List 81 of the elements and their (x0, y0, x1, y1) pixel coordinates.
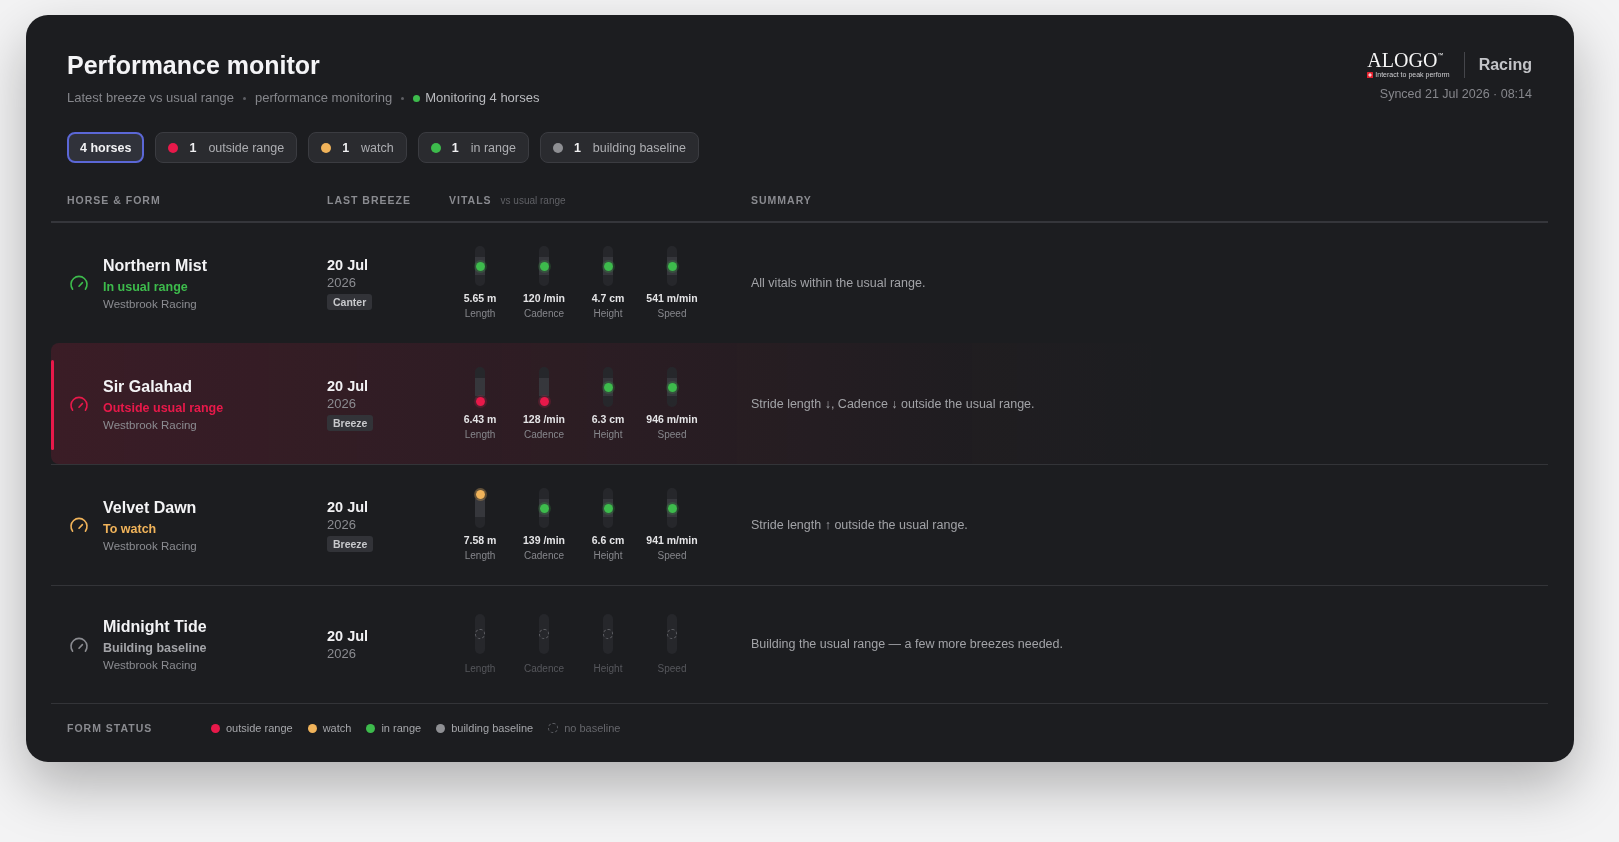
column-header: LAST BREEZE (327, 193, 411, 208)
gait-tag: Breeze (327, 536, 374, 552)
vital-value: 941 m/min (646, 534, 698, 547)
breeze-year: 2026 (327, 645, 356, 662)
breeze-date: 20 Jul (327, 377, 369, 395)
vital-value: 946 m/min (646, 413, 698, 426)
form-status: In usual range (103, 278, 189, 296)
vital-value: 139 /min (523, 534, 565, 547)
breeze-date: 20 Jul (327, 627, 369, 645)
owner-name: Westbrook Racing (103, 296, 198, 312)
vital-label: Cadence (524, 549, 564, 562)
vital-value: 7.58 m (463, 534, 497, 547)
summary-text: All vitals within the usual range. (751, 274, 927, 292)
vital-label: Speed (657, 549, 687, 562)
filter-chip[interactable]: 1 building baseline (539, 132, 699, 163)
status-dot-icon (413, 94, 421, 102)
vital-value: 128 /min (523, 413, 565, 426)
vital-value: 6.6 cm (591, 534, 625, 547)
vital-label: Height (593, 428, 623, 441)
horse-name: Midnight Tide (103, 617, 207, 637)
horse-name: Sir Galahad (103, 376, 193, 397)
vital-label: Cadence (524, 662, 564, 675)
monitoring-status: Monitoring 4 horses (425, 89, 540, 107)
vital-label: Height (593, 549, 623, 562)
column-header: HORSE & FORM (67, 193, 161, 208)
sync-time: Synced 21 Jul 2026 · 08:14 (1379, 86, 1532, 102)
flag-icon (1367, 72, 1374, 78)
vital-label: Speed (657, 662, 687, 675)
summary-text: Building the usual range — a few more breezes needed. (751, 636, 1064, 653)
vital-label: Speed (657, 307, 687, 320)
separator-dot-icon (401, 96, 405, 100)
gait-tag: Canter (327, 294, 373, 310)
filter-chip[interactable]: 1 outside range (155, 132, 298, 163)
column-note: vs usual range (500, 194, 566, 208)
owner-name: Westbrook Racing (103, 538, 197, 554)
logo-wordmark: ALOGO$^{™}$ (1367, 51, 1444, 70)
legend-label: watch (322, 721, 352, 735)
subtitle-text: performance monitoring (254, 89, 393, 107)
horse-name: Velvet Dawn (103, 497, 197, 518)
column-header: VITALS (449, 193, 492, 208)
gait-tag: Breeze (327, 415, 374, 431)
column-header: SUMMARY (751, 193, 812, 208)
breeze-date: 20 Jul (327, 498, 369, 516)
page-title: Performance monitor (67, 50, 320, 81)
filter-chip[interactable]: 1 in range (417, 132, 529, 163)
vital-value: 6.43 m (463, 413, 497, 426)
vital-value: 4.7 cm (591, 292, 625, 305)
form-status: Building baseline (103, 640, 207, 657)
vital-label: Cadence (524, 307, 564, 320)
form-status: To watch (103, 520, 158, 538)
vital-value: 5.65 m (463, 292, 497, 305)
vital-label: Height (593, 307, 623, 320)
vital-label: Length (464, 428, 496, 441)
breeze-year: 2026 (327, 274, 356, 291)
separator-dot-icon (242, 96, 246, 100)
form-status: Outside usual range (103, 399, 224, 417)
vital-label: Length (464, 307, 496, 320)
breeze-year: 2026 (327, 395, 356, 412)
owner-name: Westbrook Racing (103, 417, 198, 433)
legend-label: outside range (226, 721, 293, 735)
horse-name: Northern Mist (103, 255, 207, 276)
summary-text: Stride length ↓, Cadence ↓ outside the usual range. (751, 395, 1036, 413)
legend-title: FORM STATUS (67, 721, 154, 735)
subtitle-text: Latest breeze vs usual range (67, 89, 234, 107)
vital-value: 541 m/min (646, 292, 698, 305)
legend-label: no baseline (564, 721, 621, 735)
summary-text: Stride length ↑ outside the usual range. (751, 516, 969, 534)
vital-value: 6.3 cm (591, 413, 625, 426)
vital-label: Height (593, 662, 623, 675)
vital-value: 120 /min (523, 292, 565, 305)
owner-name: Westbrook Racing (103, 658, 198, 673)
legend-label: in range (381, 721, 422, 735)
product-name: Racing (1478, 56, 1532, 74)
breeze-year: 2026 (327, 516, 356, 533)
vital-label: Length (464, 549, 496, 562)
vital-label: Speed (657, 428, 687, 441)
legend-label: building baseline (451, 721, 534, 735)
vital-label: Cadence (524, 428, 564, 441)
breeze-date: 20 Jul (327, 256, 369, 274)
filter-chip[interactable]: 4 horses (67, 132, 145, 163)
filter-chip[interactable]: 1 watch (308, 132, 407, 163)
